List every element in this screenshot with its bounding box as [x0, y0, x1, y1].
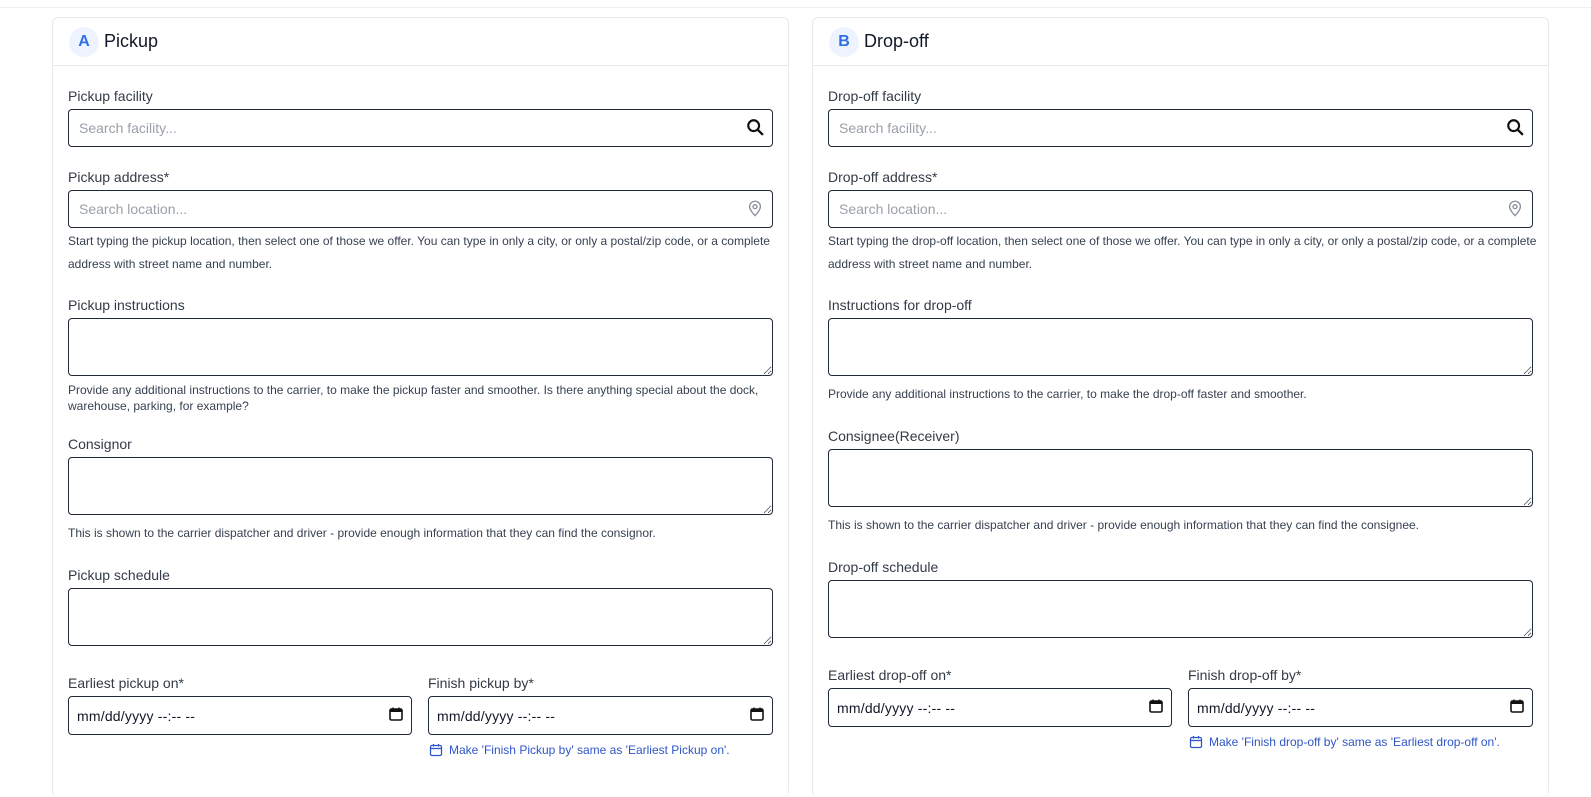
pickup-address-field[interactable] [68, 190, 773, 228]
consignor-label: Consignor [68, 436, 132, 452]
pickup-facility-field[interactable] [68, 109, 773, 147]
calendar-icon[interactable] [750, 707, 764, 724]
search-icon[interactable] [1506, 118, 1524, 139]
finish-pickup-datetime[interactable]: mm/dd/yyyy --:-- -- [428, 696, 773, 735]
pickup-instructions-label: Pickup instructions [68, 297, 185, 313]
pickup-instructions-help-line2: warehouse, parking, for example? [68, 399, 249, 413]
pickup-schedule-textarea[interactable] [68, 588, 773, 646]
calendar-icon[interactable] [1149, 699, 1163, 716]
earliest-dropoff-value: mm/dd/yyyy --:-- -- [837, 699, 956, 716]
consignor-help: This is shown to the carrier dispatcher … [68, 526, 656, 540]
map-pin-icon [746, 199, 764, 220]
dropoff-address-help: Start typing the drop-off location, then… [828, 230, 1538, 276]
earliest-pickup-label: Earliest pickup on* [68, 675, 184, 691]
finish-pickup-label: Finish pickup by* [428, 675, 534, 691]
consignor-textarea[interactable] [68, 457, 773, 515]
dropoff-title: Drop-off [864, 31, 929, 51]
finish-pickup-value: mm/dd/yyyy --:-- -- [437, 707, 556, 724]
finish-dropoff-datetime[interactable]: mm/dd/yyyy --:-- -- [1188, 688, 1533, 727]
dropoff-address-help-line1: Start typing the drop-off location, then… [828, 234, 1537, 248]
dropoff-instructions-textarea[interactable] [828, 318, 1533, 376]
top-divider [0, 0, 1591, 8]
pickup-instructions-help: Provide any additional instructions to t… [68, 382, 778, 414]
finish-dropoff-value: mm/dd/yyyy --:-- -- [1197, 699, 1316, 716]
pickup-address-label: Pickup address* [68, 169, 170, 185]
pickup-address-help-line2: address with street name and number. [68, 257, 273, 271]
same-as-earliest-dropoff-link[interactable]: Make 'Finish drop-off by' same as 'Earli… [1189, 735, 1500, 749]
calendar-icon [1189, 736, 1203, 749]
pickup-card: A Pickup Pickup facility Pickup address*… [52, 17, 789, 797]
search-icon[interactable] [746, 118, 764, 139]
same-as-earliest-dropoff-text: Make 'Finish drop-off by' same as 'Earli… [1209, 735, 1500, 749]
pickup-instructions-textarea[interactable] [68, 318, 773, 376]
consignee-textarea[interactable] [828, 449, 1533, 507]
dropoff-address-label: Drop-off address* [828, 169, 938, 185]
dropoff-schedule-label: Drop-off schedule [828, 559, 939, 575]
dropoff-address-help-line2: address with street name and number. [828, 257, 1033, 271]
dropoff-instructions-help: Provide any additional instructions to t… [828, 387, 1307, 401]
pickup-facility-input[interactable] [77, 119, 746, 137]
pickup-instructions-help-line1: Provide any additional instructions to t… [68, 383, 759, 397]
earliest-dropoff-datetime[interactable]: mm/dd/yyyy --:-- -- [828, 688, 1172, 727]
earliest-pickup-datetime[interactable]: mm/dd/yyyy --:-- -- [68, 696, 412, 735]
dropoff-facility-field[interactable] [828, 109, 1533, 147]
pickup-facility-label: Pickup facility [68, 88, 153, 104]
dropoff-card: B Drop-off Drop-off facility Drop-off ad… [812, 17, 1549, 797]
earliest-pickup-value: mm/dd/yyyy --:-- -- [77, 707, 196, 724]
dropoff-address-field[interactable] [828, 190, 1533, 228]
map-pin-icon [1506, 199, 1524, 220]
consignee-help: This is shown to the carrier dispatcher … [828, 518, 1419, 532]
calendar-icon[interactable] [1510, 699, 1524, 716]
pickup-card-header: A Pickup [53, 18, 788, 66]
pickup-address-help-line1: Start typing the pickup location, then s… [68, 234, 770, 248]
same-as-earliest-pickup-text: Make 'Finish Pickup by' same as 'Earlies… [449, 743, 730, 757]
dropoff-card-header: B Drop-off [813, 18, 1548, 66]
dropoff-address-input[interactable] [837, 200, 1506, 218]
consignee-label: Consignee(Receiver) [828, 428, 960, 444]
pickup-address-help: Start typing the pickup location, then s… [68, 230, 778, 276]
calendar-icon [429, 744, 443, 757]
calendar-icon[interactable] [389, 707, 403, 724]
pickup-title: Pickup [104, 31, 159, 51]
dropoff-schedule-textarea[interactable] [828, 580, 1533, 638]
pickup-address-input[interactable] [77, 200, 746, 218]
finish-dropoff-label: Finish drop-off by* [1188, 667, 1302, 683]
pickup-badge: A [69, 26, 99, 57]
dropoff-instructions-label: Instructions for drop-off [828, 297, 972, 313]
pickup-schedule-label: Pickup schedule [68, 567, 170, 583]
dropoff-badge: B [829, 26, 859, 57]
same-as-earliest-pickup-link[interactable]: Make 'Finish Pickup by' same as 'Earlies… [429, 743, 730, 757]
dropoff-facility-input[interactable] [837, 119, 1506, 137]
dropoff-facility-label: Drop-off facility [828, 88, 922, 104]
earliest-dropoff-label: Earliest drop-off on* [828, 667, 952, 683]
